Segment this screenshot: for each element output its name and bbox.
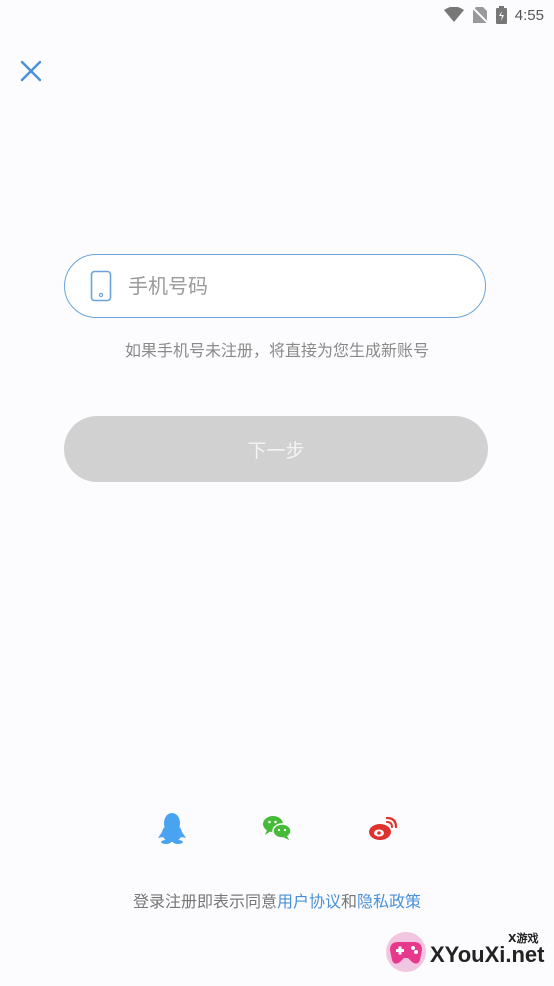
weibo-login-button[interactable] (368, 812, 398, 844)
next-step-button[interactable]: 下一步 (64, 416, 488, 482)
social-login-row (0, 812, 554, 846)
watermark: XYouXi.net X游戏 (384, 926, 548, 982)
battery-icon (495, 6, 507, 24)
privacy-policy-link[interactable]: 隐私政策 (357, 892, 421, 911)
agreement-conjunction: 和 (341, 892, 358, 911)
agreement-prefix: 登录注册即表示同意 (132, 892, 277, 911)
agreement-text: 登录注册即表示同意用户协议和隐私政策 (0, 888, 554, 912)
weibo-icon (369, 816, 398, 840)
gamepad-logo-icon (386, 932, 426, 972)
no-sim-icon (471, 6, 488, 24)
qq-icon (158, 813, 186, 844)
wechat-login-button[interactable] (262, 812, 292, 844)
wechat-icon (263, 816, 292, 840)
close-button[interactable] (18, 58, 44, 84)
watermark-tag: X游戏 (508, 932, 539, 945)
phone-input-container[interactable] (64, 254, 486, 318)
phone-icon (90, 270, 112, 302)
register-hint: 如果手机号未注册，将直接为您生成新账号 (124, 341, 429, 360)
phone-number-input[interactable] (126, 273, 485, 299)
status-bar: 4:55 (443, 0, 554, 30)
user-agreement-link[interactable]: 用户协议 (277, 892, 341, 911)
qq-login-button[interactable] (157, 812, 187, 844)
close-icon (20, 60, 42, 82)
status-time: 4:55 (514, 6, 544, 24)
wifi-icon (443, 7, 464, 22)
